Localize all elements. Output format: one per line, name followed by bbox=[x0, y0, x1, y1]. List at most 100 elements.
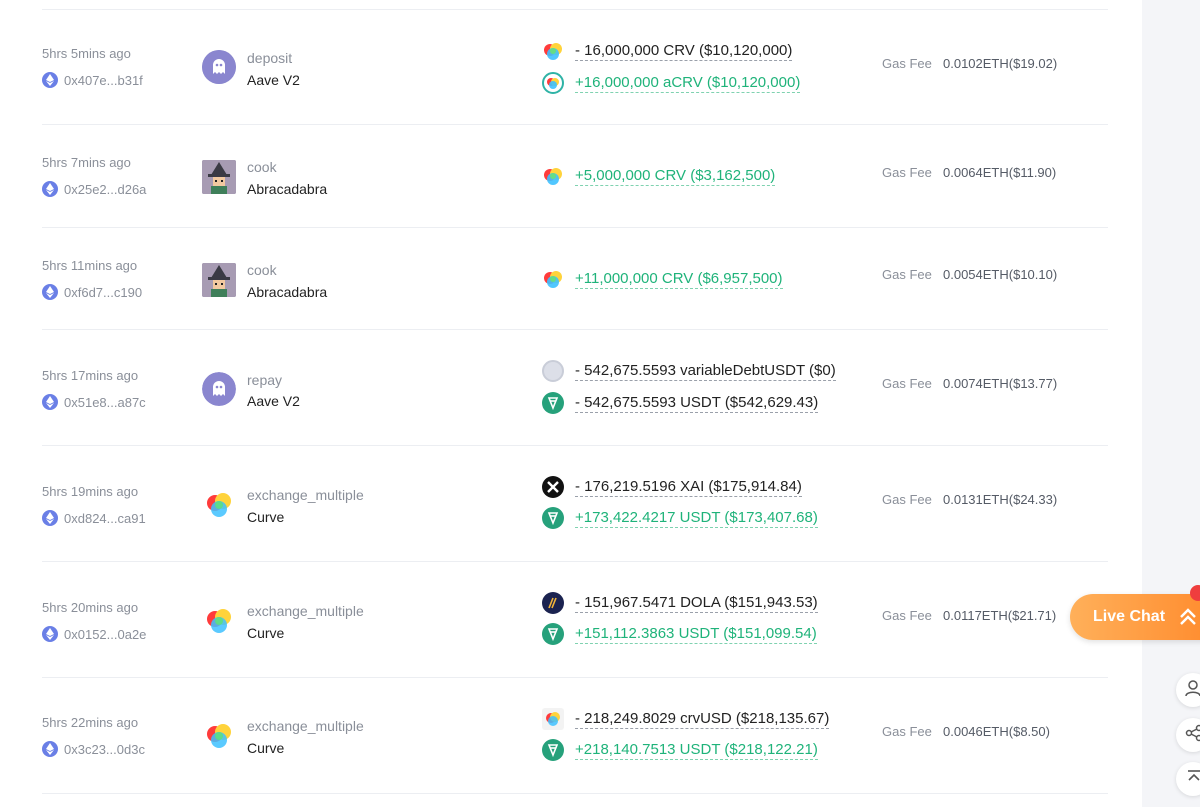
token-change-line: +11,000,000 CRV ($6,957,500) bbox=[542, 268, 783, 290]
live-chat-button[interactable]: Live Chat bbox=[1070, 594, 1200, 640]
tx-protocol-name[interactable]: Curve bbox=[247, 740, 284, 756]
token-change-line: - 176,219.5196 XAI ($175,914.84) bbox=[542, 476, 802, 498]
token-change-text[interactable]: +218,140.7513 USDT ($218,122.21) bbox=[575, 741, 818, 760]
token-change-text[interactable]: +173,422.4217 USDT ($173,407.68) bbox=[575, 509, 818, 528]
token-change-text[interactable]: - 16,000,000 CRV ($10,120,000) bbox=[575, 42, 793, 61]
acrv-token-icon bbox=[542, 72, 564, 94]
ethereum-icon bbox=[42, 510, 58, 526]
tx-hash-text: 0x3c23...0d3c bbox=[64, 741, 145, 757]
double-chevron-up-icon bbox=[1179, 607, 1197, 627]
token-change-line: - 542,675.5593 variableDebtUSDT ($0) bbox=[542, 360, 836, 382]
usdt-token-icon bbox=[542, 623, 564, 645]
tx-time: 5hrs 22mins ago bbox=[42, 715, 139, 730]
tx-protocol-name[interactable]: Curve bbox=[247, 509, 284, 525]
usdt-token-icon bbox=[542, 392, 564, 414]
token-change-line: - 16,000,000 CRV ($10,120,000) bbox=[542, 40, 793, 62]
ethereum-icon bbox=[42, 741, 58, 757]
gas-fee-value: 0.0054ETH($10.10) bbox=[943, 267, 1058, 282]
tx-protocol-name[interactable]: Abracadabra bbox=[247, 284, 327, 300]
tx-protocol-name[interactable]: Aave V2 bbox=[247, 72, 300, 88]
person-icon bbox=[1185, 679, 1200, 702]
token-change-line: +16,000,000 aCRV ($10,120,000) bbox=[542, 72, 801, 94]
token-change-text[interactable]: - 542,675.5593 variableDebtUSDT ($0) bbox=[575, 362, 836, 381]
usdt-token-icon bbox=[542, 507, 564, 529]
token-change-line: +151,112.3863 USDT ($151,099.54) bbox=[542, 623, 817, 645]
token-change-line: - 151,967.5471 DOLA ($151,943.53) bbox=[542, 592, 818, 614]
tx-method: cook bbox=[247, 262, 277, 278]
abracadabra-wizard-icon bbox=[202, 160, 236, 194]
token-change-text[interactable]: - 176,219.5196 XAI ($175,914.84) bbox=[575, 478, 802, 497]
token-change-line: - 218,249.8029 crvUSD ($218,135.67) bbox=[542, 708, 830, 730]
curve-logo-icon bbox=[202, 604, 236, 638]
tx-hash-link[interactable]: 0x407e...b31f bbox=[42, 72, 143, 88]
tx-hash-link[interactable]: 0x3c23...0d3c bbox=[42, 741, 145, 757]
transaction-row: 5hrs 5mins ago 0x407e...b31f deposit Aav… bbox=[42, 10, 1108, 125]
transaction-row: 5hrs 11mins ago 0xf6d7...c190 cook Abrac… bbox=[42, 228, 1108, 330]
tx-method: exchange_multiple bbox=[247, 603, 364, 619]
token-change-text[interactable]: +5,000,000 CRV ($3,162,500) bbox=[575, 167, 776, 186]
tx-hash-link[interactable]: 0x0152...0a2e bbox=[42, 626, 146, 642]
curve-logo-icon bbox=[202, 719, 236, 753]
token-change-text[interactable]: - 542,675.5593 USDT ($542,629.43) bbox=[575, 394, 819, 413]
crv-token-icon bbox=[542, 40, 564, 62]
ethereum-icon bbox=[42, 394, 58, 410]
share-icon bbox=[1185, 724, 1200, 747]
back-to-top-icon bbox=[1185, 768, 1200, 791]
tx-hash-link[interactable]: 0x25e2...d26a bbox=[42, 181, 146, 197]
xai-token-icon bbox=[542, 476, 564, 498]
gas-fee-label: Gas Fee bbox=[882, 724, 932, 739]
transaction-row: 5hrs 19mins ago 0xd824...ca91 exchange_m… bbox=[42, 446, 1108, 562]
tx-method: exchange_multiple bbox=[247, 487, 364, 503]
transaction-row: 5hrs 22mins ago 0x3c23...0d3c exchange_m… bbox=[42, 678, 1108, 794]
gas-fee-label: Gas Fee bbox=[882, 376, 932, 391]
ethereum-icon bbox=[42, 284, 58, 300]
token-change-text[interactable]: - 218,249.8029 crvUSD ($218,135.67) bbox=[575, 710, 830, 729]
tx-protocol-name[interactable]: Aave V2 bbox=[247, 393, 300, 409]
tx-hash-text: 0xd824...ca91 bbox=[64, 510, 146, 526]
gas-fee-value: 0.0131ETH($24.33) bbox=[943, 492, 1058, 507]
curve-logo-icon bbox=[202, 488, 236, 522]
token-change-text[interactable]: +11,000,000 CRV ($6,957,500) bbox=[575, 270, 783, 289]
tx-hash-link[interactable]: 0xd824...ca91 bbox=[42, 510, 146, 526]
tx-time: 5hrs 7mins ago bbox=[42, 155, 131, 170]
crv-token-icon bbox=[542, 165, 564, 187]
crv-token-icon bbox=[542, 268, 564, 290]
tx-hash-text: 0x51e8...a87c bbox=[64, 394, 146, 410]
token-change-line: +173,422.4217 USDT ($173,407.68) bbox=[542, 507, 818, 529]
usdt-token-icon bbox=[542, 739, 564, 761]
token-change-line: +218,140.7513 USDT ($218,122.21) bbox=[542, 739, 818, 761]
tx-time: 5hrs 20mins ago bbox=[42, 600, 139, 615]
ethereum-icon bbox=[42, 626, 58, 642]
token-change-text[interactable]: +151,112.3863 USDT ($151,099.54) bbox=[575, 625, 817, 644]
gas-fee-value: 0.0102ETH($19.02) bbox=[943, 56, 1058, 71]
tx-hash-link[interactable]: 0x51e8...a87c bbox=[42, 394, 146, 410]
gas-fee-value: 0.0046ETH($8.50) bbox=[943, 724, 1050, 739]
tx-hash-text: 0x0152...0a2e bbox=[64, 626, 147, 642]
token-change-line: +5,000,000 CRV ($3,162,500) bbox=[542, 165, 776, 187]
gas-fee-value: 0.0064ETH($11.90) bbox=[943, 165, 1057, 180]
ethereum-icon bbox=[42, 72, 58, 88]
transaction-history-panel: 5hrs 5mins ago 0x407e...b31f deposit Aav… bbox=[0, 0, 1142, 807]
dola-token-icon bbox=[542, 592, 564, 614]
aave-ghost-icon bbox=[202, 372, 236, 406]
tx-method: cook bbox=[247, 159, 277, 175]
aave-ghost-icon bbox=[202, 50, 236, 84]
live-chat-label: Live Chat bbox=[1093, 608, 1166, 625]
ethereum-icon bbox=[42, 181, 58, 197]
crvusd-token-icon bbox=[542, 708, 564, 730]
tx-protocol-name[interactable]: Curve bbox=[247, 625, 284, 641]
tx-protocol-name[interactable]: Abracadabra bbox=[247, 181, 327, 197]
token-change-text[interactable]: - 151,967.5471 DOLA ($151,943.53) bbox=[575, 594, 818, 613]
token-change-text[interactable]: +16,000,000 aCRV ($10,120,000) bbox=[575, 74, 801, 93]
token-change-line: - 542,675.5593 USDT ($542,629.43) bbox=[542, 392, 819, 414]
gas-fee-label: Gas Fee bbox=[882, 492, 932, 507]
tx-hash-text: 0x25e2...d26a bbox=[64, 181, 147, 197]
tx-time: 5hrs 19mins ago bbox=[42, 484, 139, 499]
tx-time: 5hrs 11mins ago bbox=[42, 258, 138, 273]
gas-fee-label: Gas Fee bbox=[882, 56, 932, 71]
transaction-row: 5hrs 7mins ago 0x25e2...d26a cook Abraca… bbox=[42, 125, 1108, 228]
tx-method: exchange_multiple bbox=[247, 718, 364, 734]
tx-hash-link[interactable]: 0xf6d7...c190 bbox=[42, 284, 142, 300]
notification-dot bbox=[1190, 585, 1200, 601]
abracadabra-wizard-icon bbox=[202, 263, 236, 297]
